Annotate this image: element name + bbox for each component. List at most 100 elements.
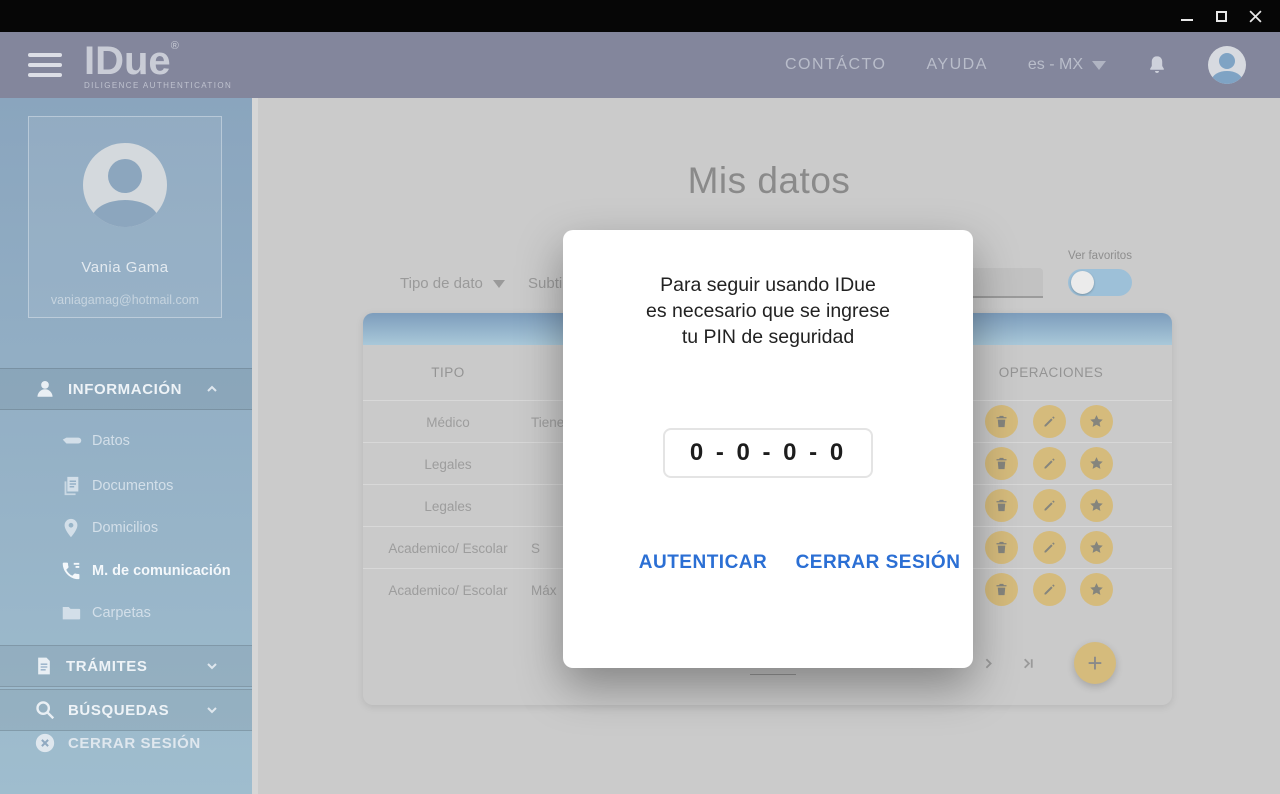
favorite-button[interactable] bbox=[1080, 573, 1113, 606]
pencil-icon bbox=[1042, 498, 1057, 513]
filter-tipo-de-dato[interactable]: Tipo de dato bbox=[400, 275, 505, 292]
edit-button[interactable] bbox=[1033, 405, 1066, 438]
sidebar-item-datos[interactable]: Datos bbox=[0, 423, 252, 459]
star-icon bbox=[1088, 455, 1105, 472]
edit-button[interactable] bbox=[1033, 573, 1066, 606]
documents-icon bbox=[60, 475, 82, 497]
chevron-up-icon bbox=[204, 381, 220, 397]
star-icon bbox=[1088, 539, 1105, 556]
edit-button[interactable] bbox=[1033, 447, 1066, 480]
caret-down-icon bbox=[1092, 61, 1106, 70]
pencil-icon bbox=[1042, 582, 1057, 597]
chevron-down-icon bbox=[204, 658, 220, 674]
map-pin-icon bbox=[60, 517, 82, 539]
logo-subtitle: DILIGENCE AUTHENTICATION bbox=[84, 82, 232, 90]
app-header: IDue® DILIGENCE AUTHENTICATION CONTÁCTO … bbox=[0, 32, 1280, 98]
sidebar-section-tramites[interactable]: TRÁMITES bbox=[0, 645, 252, 687]
delete-button[interactable] bbox=[985, 531, 1018, 564]
pin-dialog: Para seguir usando IDue es necesario que… bbox=[563, 230, 973, 668]
sidebar-item-carpetas[interactable]: Carpetas bbox=[0, 595, 252, 631]
pencil-icon bbox=[1042, 414, 1057, 429]
sidebar-item-domicilios[interactable]: Domicilios bbox=[0, 510, 252, 546]
user-avatar[interactable] bbox=[1208, 46, 1246, 84]
trash-icon bbox=[994, 414, 1009, 429]
toggle-knob bbox=[1071, 271, 1094, 294]
star-icon bbox=[1088, 497, 1105, 514]
delete-button[interactable] bbox=[985, 405, 1018, 438]
profile-card: Vania Gama vaniagamag@hotmail.com bbox=[28, 116, 222, 318]
add-data-button[interactable]: + bbox=[1074, 642, 1116, 684]
pin-input[interactable] bbox=[663, 428, 873, 478]
trash-icon bbox=[994, 456, 1009, 471]
folder-icon bbox=[60, 602, 82, 624]
page-size-select-underline[interactable] bbox=[750, 674, 796, 675]
close-icon bbox=[1249, 10, 1262, 23]
star-icon bbox=[1088, 413, 1105, 430]
cell-tipo: Academico/ Escolar bbox=[363, 527, 533, 569]
maximize-button[interactable] bbox=[1214, 9, 1228, 23]
search-icon bbox=[34, 699, 56, 721]
column-header-operaciones: OPERACIONES bbox=[963, 345, 1139, 400]
sidebar-item-medios-comunicacion[interactable]: M. de comunicación bbox=[0, 553, 252, 589]
sidebar-item-label: Datos bbox=[92, 433, 130, 449]
favorite-button[interactable] bbox=[1080, 405, 1113, 438]
last-page-button[interactable] bbox=[1013, 649, 1041, 677]
delete-button[interactable] bbox=[985, 573, 1018, 606]
trash-icon bbox=[994, 540, 1009, 555]
edit-button[interactable] bbox=[1033, 489, 1066, 522]
favorites-toggle[interactable] bbox=[1068, 269, 1132, 296]
sidebar-section-informacion[interactable]: INFORMACIÓN bbox=[0, 368, 252, 410]
plus-icon: + bbox=[1087, 650, 1102, 676]
delete-button[interactable] bbox=[985, 447, 1018, 480]
sidebar: Vania Gama vaniagamag@hotmail.com INFORM… bbox=[0, 98, 252, 794]
trash-icon bbox=[994, 498, 1009, 513]
last-page-icon bbox=[1019, 655, 1036, 672]
hamburger-menu-icon[interactable] bbox=[28, 53, 62, 77]
cell-tipo: Academico/ Escolar bbox=[363, 569, 533, 611]
profile-avatar bbox=[83, 143, 167, 227]
minimize-button[interactable] bbox=[1180, 9, 1194, 23]
contact-link[interactable]: CONTÁCTO bbox=[785, 56, 886, 74]
help-link[interactable]: AYUDA bbox=[926, 56, 987, 74]
caret-down-icon bbox=[493, 280, 505, 288]
registered-mark: ® bbox=[171, 40, 179, 52]
phone-icon bbox=[60, 560, 82, 582]
logout-button[interactable]: CERRAR SESIÓN bbox=[793, 552, 963, 574]
filter-label: Tipo de dato bbox=[400, 275, 483, 292]
language-selector[interactable]: es - MX bbox=[1028, 56, 1106, 74]
favorite-button[interactable] bbox=[1080, 489, 1113, 522]
circle-x-icon bbox=[34, 732, 56, 754]
cell-tipo: Legales bbox=[363, 485, 533, 527]
close-button[interactable] bbox=[1248, 9, 1262, 23]
star-icon bbox=[1088, 581, 1105, 598]
bell-icon bbox=[1146, 53, 1168, 77]
pencil-icon bbox=[1042, 540, 1057, 555]
window-titlebar bbox=[0, 0, 1280, 32]
sidebar-item-documentos[interactable]: Documentos bbox=[0, 468, 252, 504]
avatar-person-icon bbox=[108, 159, 142, 193]
section-label: INFORMACIÓN bbox=[68, 381, 182, 398]
cell-tipo: Médico bbox=[363, 401, 533, 443]
favorite-button[interactable] bbox=[1080, 531, 1113, 564]
sidebar-logout-button[interactable]: CERRAR SESIÓN bbox=[0, 725, 252, 761]
cell-tipo: Legales bbox=[363, 443, 533, 485]
trash-icon bbox=[994, 582, 1009, 597]
favorite-button[interactable] bbox=[1080, 447, 1113, 480]
notifications-button[interactable] bbox=[1146, 53, 1168, 77]
edit-button[interactable] bbox=[1033, 531, 1066, 564]
delete-button[interactable] bbox=[985, 489, 1018, 522]
app-logo: IDue® DILIGENCE AUTHENTICATION bbox=[84, 41, 232, 90]
person-icon bbox=[34, 378, 56, 400]
sidebar-item-label: Domicilios bbox=[92, 520, 158, 536]
section-label: TRÁMITES bbox=[66, 658, 147, 675]
column-header-tipo: TIPO bbox=[363, 345, 533, 400]
chevron-down-icon bbox=[204, 702, 220, 718]
section-label: BÚSQUEDAS bbox=[68, 702, 169, 719]
next-page-button[interactable] bbox=[974, 649, 1002, 677]
language-label: es - MX bbox=[1028, 56, 1083, 74]
logo-text: IDue bbox=[84, 39, 171, 83]
sidebar-item-label: Documentos bbox=[92, 478, 173, 494]
authenticate-button[interactable]: AUTENTICAR bbox=[608, 552, 798, 574]
favorites-label: Ver favoritos bbox=[1018, 250, 1182, 262]
avatar-person-icon bbox=[1219, 53, 1235, 69]
